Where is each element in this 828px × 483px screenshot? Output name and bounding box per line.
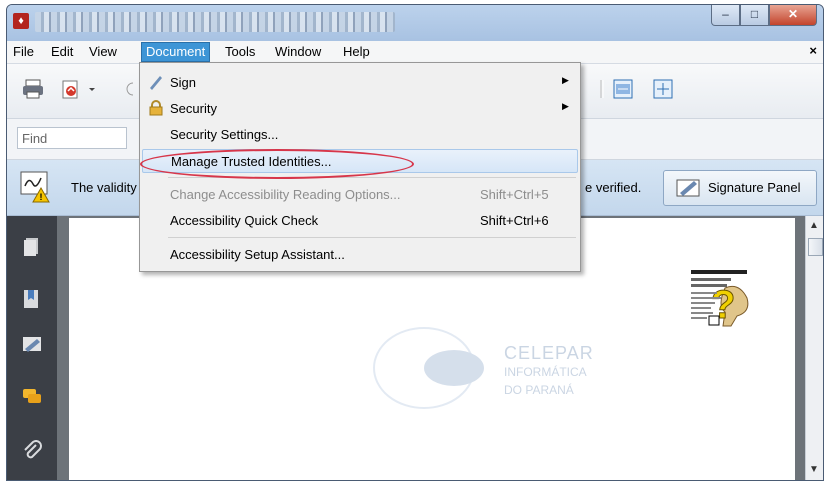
acrobat-icon: ♦ (13, 13, 29, 29)
lock-icon (148, 100, 164, 119)
menu-separator (168, 237, 576, 238)
bookmarks-icon[interactable] (21, 288, 43, 310)
submenu-arrow-icon: ▶ (562, 75, 569, 85)
menu-help[interactable]: Help (339, 43, 374, 61)
svg-text:!: ! (40, 192, 43, 202)
celepar-watermark: CELEPAR INFORMÁTICA DO PARANÁ (344, 323, 644, 413)
menu-item-sign[interactable]: Sign ▶ (142, 71, 578, 95)
menu-file[interactable]: File (9, 43, 38, 61)
create-pdf-icon[interactable] (59, 78, 83, 100)
find-input[interactable]: Find (17, 127, 127, 149)
menu-item-label: Accessibility Setup Assistant... (170, 247, 345, 262)
signature-panel-label: Signature Panel (708, 180, 801, 195)
menu-item-change-accessibility[interactable]: Change Accessibility Reading Options... … (142, 183, 578, 207)
watermark-line3: DO PARANÁ (504, 383, 574, 397)
signature-pen-icon (676, 177, 702, 202)
navigation-rail (7, 216, 57, 480)
menu-item-label: Security (170, 101, 217, 116)
menu-item-shortcut: Shift+Ctrl+5 (480, 187, 549, 202)
scroll-down-icon[interactable]: ▼ (809, 464, 819, 475)
menu-item-label: Security Settings... (170, 127, 279, 142)
scroll-thumb[interactable] (808, 238, 823, 256)
menu-edit[interactable]: Edit (47, 43, 77, 61)
menu-window[interactable]: Window (271, 43, 325, 61)
menu-item-shortcut: Shift+Ctrl+6 (480, 213, 549, 228)
vertical-scrollbar[interactable]: ▲ ▼ (805, 216, 823, 480)
menu-item-label: Accessibility Quick Check (170, 213, 319, 228)
validity-message: The validity (71, 180, 137, 195)
menu-item-quick-check[interactable]: Accessibility Quick Check Shift+Ctrl+6 (142, 209, 578, 233)
menu-item-setup-assistant[interactable]: Accessibility Setup Assistant... (142, 243, 578, 267)
verified-message: e verified. (585, 180, 642, 195)
toolbar-divider-2 (599, 78, 605, 100)
chevron-down-icon[interactable] (87, 78, 97, 100)
pen-icon (148, 74, 164, 93)
print-icon[interactable] (21, 78, 45, 100)
menu-item-label: Sign (170, 75, 197, 90)
signatures-icon[interactable] (21, 334, 43, 356)
menu-item-label: Change Accessibility Reading Options... (170, 187, 401, 202)
pages-icon[interactable] (21, 236, 43, 258)
document-close-icon[interactable]: × (809, 43, 817, 58)
signature-warning-icon: ! (19, 170, 55, 204)
watermark-line2: INFORMÁTICA (504, 365, 587, 379)
window-title-blurred (35, 12, 395, 32)
signature-stamp-icon[interactable]: ? (691, 270, 751, 334)
fit-width-icon[interactable] (611, 78, 635, 100)
menu-document[interactable]: Document (141, 42, 211, 62)
minimize-button[interactable]: – (711, 5, 740, 26)
toolbar-divider (125, 78, 140, 100)
title-bar: ♦ – □ ✕ (7, 5, 823, 41)
attachments-icon[interactable] (21, 440, 43, 462)
submenu-arrow-icon: ▶ (562, 101, 569, 111)
scroll-up-icon[interactable]: ▲ (809, 220, 819, 231)
menu-item-security[interactable]: Security ▶ (142, 97, 578, 121)
close-window-button[interactable]: ✕ (769, 5, 817, 26)
watermark-line1: CELEPAR (504, 343, 594, 363)
menu-bar: File Edit View Document Tools Window Hel… (7, 41, 823, 64)
comments-icon[interactable] (21, 386, 43, 408)
menu-item-security-settings[interactable]: Security Settings... (142, 123, 578, 147)
menu-tools[interactable]: Tools (221, 43, 259, 61)
annotation-highlight-ring (140, 149, 414, 179)
menu-view[interactable]: View (85, 43, 121, 61)
window-controls: – □ ✕ (711, 5, 817, 27)
fit-page-icon[interactable] (651, 78, 675, 100)
signature-panel-button[interactable]: Signature Panel (663, 170, 817, 206)
maximize-button[interactable]: □ (740, 5, 769, 26)
